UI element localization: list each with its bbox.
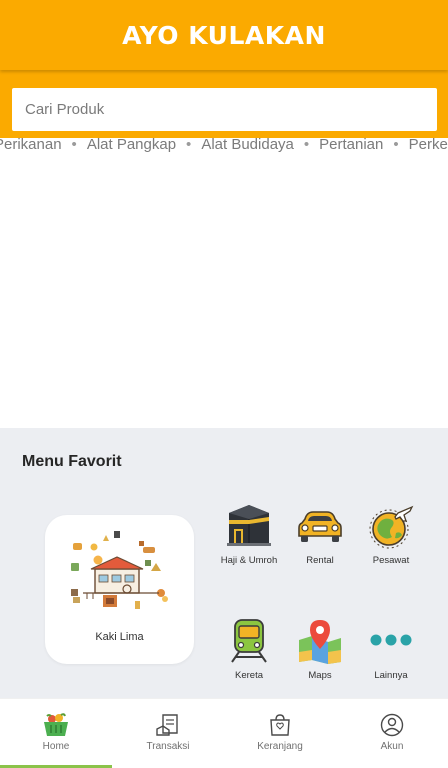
kaaba-icon bbox=[227, 505, 271, 546]
banner-area bbox=[0, 154, 448, 428]
menu-label: Kereta bbox=[235, 670, 263, 681]
nav-akun-label: Akun bbox=[380, 741, 404, 752]
map-pin-icon bbox=[299, 620, 341, 664]
airplane-globe-icon bbox=[369, 505, 414, 549]
menu-label: Maps bbox=[308, 670, 332, 681]
favorite-menu-section: Menu Favorit Kaki Lima Haji & Umroh Rent… bbox=[0, 428, 448, 698]
shopping-bag-icon bbox=[270, 714, 290, 736]
menu-kereta[interactable]: Kereta bbox=[213, 618, 285, 682]
nav-keranjang[interactable]: Keranjang bbox=[224, 699, 336, 768]
nav-home[interactable]: Home bbox=[0, 699, 112, 768]
section-title: Menu Favorit bbox=[22, 453, 122, 470]
street-vendor-illustration bbox=[71, 531, 168, 609]
category-separator: • bbox=[393, 136, 399, 153]
nav-home-label: Home bbox=[42, 741, 70, 752]
app-title: AYO KULAKAN bbox=[122, 20, 326, 50]
category-alat-budidaya[interactable]: Alat Budidaya bbox=[201, 136, 294, 153]
menu-label: Pesawat bbox=[372, 555, 410, 566]
category-perkebunan[interactable]: Perkebunan bbox=[409, 136, 448, 153]
category-separator: • bbox=[186, 136, 192, 153]
nav-transaksi[interactable]: Transaksi bbox=[112, 699, 224, 768]
menu-label: Haji & Umroh bbox=[220, 555, 278, 566]
search-bar bbox=[0, 70, 448, 138]
category-strip: Perikanan • Alat Pangkap • Alat Budidaya… bbox=[0, 136, 448, 154]
menu-rental[interactable]: Rental bbox=[284, 503, 356, 567]
basket-icon bbox=[44, 713, 68, 736]
menu-lainnya[interactable]: Lainnya bbox=[355, 618, 427, 682]
nav-akun[interactable]: Akun bbox=[336, 699, 448, 768]
car-icon bbox=[298, 511, 342, 542]
receipt-icon bbox=[156, 714, 178, 736]
search-input[interactable] bbox=[12, 88, 437, 131]
menu-label: Lainnya bbox=[374, 670, 408, 681]
category-perikanan[interactable]: Perikanan bbox=[0, 136, 62, 153]
category-alat-pangkap[interactable]: Alat Pangkap bbox=[87, 136, 176, 153]
category-separator: • bbox=[71, 136, 77, 153]
train-icon bbox=[231, 619, 267, 663]
category-separator: • bbox=[303, 136, 310, 153]
more-dots-icon bbox=[370, 634, 412, 646]
menu-label: Rental bbox=[306, 555, 334, 566]
nav-transaksi-label: Transaksi bbox=[146, 741, 190, 752]
kaki-lima-card[interactable]: Kaki Lima bbox=[45, 515, 194, 664]
menu-pesawat[interactable]: Pesawat bbox=[355, 503, 427, 567]
nav-keranjang-label: Keranjang bbox=[257, 741, 303, 752]
menu-haji-umroh[interactable]: Haji & Umroh bbox=[213, 503, 285, 567]
category-pertanian[interactable]: Pertanian bbox=[319, 136, 383, 153]
user-icon bbox=[380, 713, 404, 737]
bottom-navigation: Home Transaksi Keranjang Akun bbox=[0, 698, 448, 768]
menu-maps[interactable]: Maps bbox=[284, 618, 356, 682]
app-header: AYO KULAKAN bbox=[0, 0, 448, 70]
kaki-lima-label: Kaki Lima bbox=[95, 631, 144, 643]
